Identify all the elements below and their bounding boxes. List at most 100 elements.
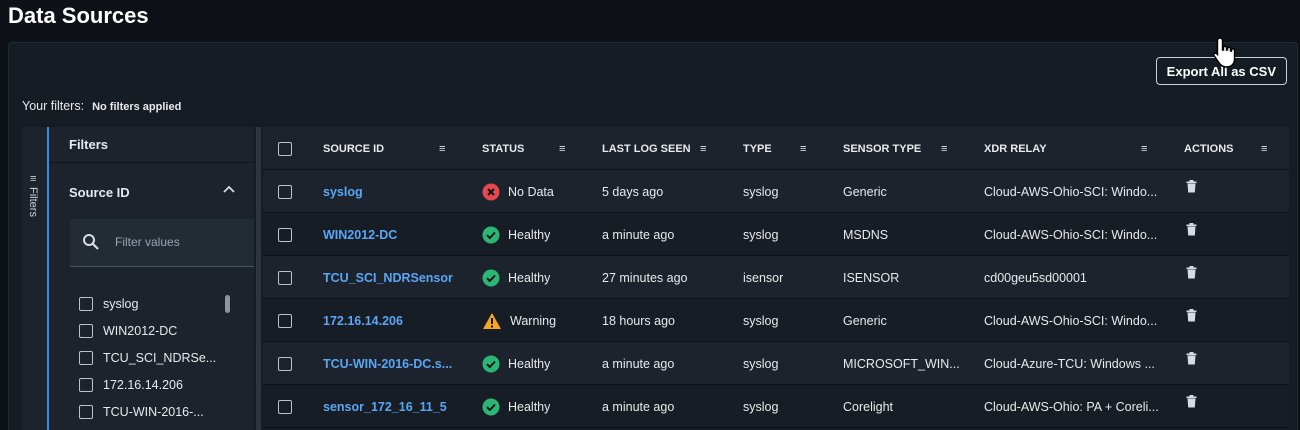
row-checkbox[interactable] (278, 227, 292, 242)
sensor-type-cell: MICROSOFT_WIN... (843, 356, 960, 371)
trash-icon[interactable] (1186, 395, 1197, 411)
column-menu-icon[interactable]: ≡ (559, 127, 565, 170)
sensor-type-cell: Corelight (843, 399, 894, 414)
checkbox[interactable] (79, 378, 93, 392)
row-select-cell (278, 385, 292, 428)
type-cell: syslog (743, 227, 779, 242)
checkbox[interactable] (79, 405, 93, 419)
row-select-cell (278, 256, 292, 299)
hamburger-icon: ≡ (30, 173, 37, 185)
trash-icon[interactable] (1186, 223, 1197, 239)
checkbox[interactable] (79, 297, 93, 311)
row-select-cell (278, 170, 292, 213)
column-header-status[interactable]: STATUS (482, 127, 524, 170)
xdr-relay-cell: Cloud-AWS-Ohio-SCI: Windo... (984, 313, 1158, 328)
xdr-relay-cell: cd00geu5sd00001 (984, 270, 1087, 285)
filter-option[interactable]: TCU-WIN-2016-... (79, 405, 204, 419)
table-row[interactable]: sensor_172_16_11_5 Healthy a minute ago sys… (263, 385, 1289, 428)
column-menu-icon[interactable]: ≡ (800, 127, 806, 170)
source-id-link[interactable]: sensor_172_16_11_5 (323, 385, 473, 428)
column-header-actions[interactable]: ACTIONS (1184, 127, 1234, 170)
actions-cell (1186, 170, 1197, 213)
column-menu-icon[interactable]: ≡ (700, 127, 706, 170)
column-header-type[interactable]: TYPE (743, 127, 772, 170)
type-cell: syslog (743, 356, 779, 371)
checkbox[interactable] (79, 351, 93, 365)
trash-icon[interactable] (1186, 180, 1197, 196)
select-all-checkbox[interactable] (278, 141, 292, 156)
actions-cell (1186, 299, 1197, 342)
row-checkbox[interactable] (278, 184, 292, 199)
trash-icon[interactable] (1186, 309, 1197, 325)
filter-option[interactable]: TCU_SCI_NDRSe... (79, 351, 216, 365)
status-text: Warning (510, 313, 557, 328)
source-id-link[interactable]: 172.16.14.206 (323, 299, 473, 342)
table-header: SOURCE ID ≡ STATUS ≡ LAST LOG SEEN ≡ TYP… (263, 127, 1289, 170)
row-select-cell (278, 299, 292, 342)
filters-summary: Your filters: No filters applied (22, 99, 181, 113)
status-cell: Warning (482, 299, 556, 342)
actions-cell (1186, 256, 1197, 299)
checkbox[interactable] (79, 324, 93, 338)
filters-rail-toggle[interactable]: ≡ Filters (22, 127, 49, 430)
actions-cell (1186, 342, 1197, 385)
filter-option[interactable]: WIN2012-DC (79, 324, 177, 338)
filter-option-label: 172.16.14.206 (103, 378, 183, 392)
status-text: Healthy (508, 227, 551, 242)
table-row[interactable]: 172.16.14.206 Warning 18 hours ago syslog Ge… (263, 299, 1289, 342)
filter-option[interactable]: 172.16.14.206 (79, 378, 183, 392)
status-cell: Healthy (482, 385, 550, 428)
row-checkbox[interactable] (278, 399, 292, 414)
column-menu-icon[interactable]: ≡ (941, 127, 947, 170)
table-row[interactable]: WIN2012-DC Healthy a minute ago syslog MSDNS… (263, 213, 1289, 256)
sensor-type-cell: Generic (843, 313, 887, 328)
column-header-source-id[interactable]: SOURCE ID (323, 127, 384, 170)
x-circle-icon (482, 183, 500, 201)
trash-icon[interactable] (1186, 352, 1197, 368)
actions-cell (1186, 385, 1197, 428)
filter-list-scrollbar[interactable] (225, 295, 230, 313)
xdr-relay-cell: Cloud-AWS-Ohio-SCI: Windo... (984, 227, 1158, 242)
type-cell: syslog (743, 184, 779, 199)
xdr-relay-cell: Cloud-AWS-Ohio-SCI: Windo... (984, 184, 1158, 199)
filter-panel-title: Filters (49, 127, 254, 163)
row-checkbox[interactable] (278, 270, 292, 285)
source-id-link[interactable]: syslog (323, 170, 473, 213)
data-sources-card: Export All as CSV Your filters: No filte… (8, 42, 1298, 430)
filter-option[interactable]: syslog (79, 297, 138, 311)
column-header-sensor-type[interactable]: SENSOR TYPE (843, 127, 921, 170)
column-header-xdr-relay[interactable]: XDR RELAY (984, 127, 1047, 170)
row-select-cell (278, 213, 292, 256)
sensor-type-cell: ISENSOR (843, 270, 900, 285)
last-log-seen: 5 days ago (602, 184, 664, 199)
column-header-last-log-seen[interactable]: LAST LOG SEEN (602, 127, 691, 170)
column-menu-icon[interactable]: ≡ (439, 127, 445, 170)
status-cell: No Data (482, 170, 554, 213)
status-cell: Healthy (482, 213, 550, 256)
column-menu-icon[interactable]: ≡ (1261, 127, 1267, 170)
trash-icon[interactable] (1186, 266, 1197, 282)
table-row[interactable]: TCU-WIN-2016-DC.s... Healthy a minute ago s… (263, 342, 1289, 385)
page-title: Data Sources (8, 3, 149, 28)
filter-values-input[interactable]: Filter values (70, 219, 254, 267)
table-row[interactable]: syslog No Data 5 days ago syslog Generic Clou… (263, 170, 1289, 213)
chevron-up-icon[interactable] (222, 181, 236, 199)
row-checkbox[interactable] (278, 313, 292, 328)
status-text: No Data (508, 184, 554, 199)
type-cell: isensor (743, 270, 784, 285)
source-id-link[interactable]: TCU_SCI_NDRSensor (323, 256, 473, 299)
source-id-link[interactable]: TCU-WIN-2016-DC.s... (323, 342, 473, 385)
status-cell: Healthy (482, 342, 550, 385)
filter-option-label: syslog (103, 297, 139, 311)
select-all-cell (278, 127, 292, 170)
last-log-seen: 18 hours ago (602, 313, 675, 328)
status-text: Healthy (508, 356, 551, 371)
source-id-section-title[interactable]: Source ID (69, 185, 130, 200)
table-row[interactable]: TCU_SCI_NDRSensor Healthy 27 minutes ago is… (263, 256, 1289, 299)
row-checkbox[interactable] (278, 356, 292, 371)
column-menu-icon[interactable]: ≡ (1141, 127, 1147, 170)
panel-scrollbar[interactable] (256, 127, 261, 430)
status-text: Healthy (508, 270, 551, 285)
source-id-link[interactable]: WIN2012-DC (323, 213, 473, 256)
filter-values-placeholder: Filter values (115, 235, 180, 249)
